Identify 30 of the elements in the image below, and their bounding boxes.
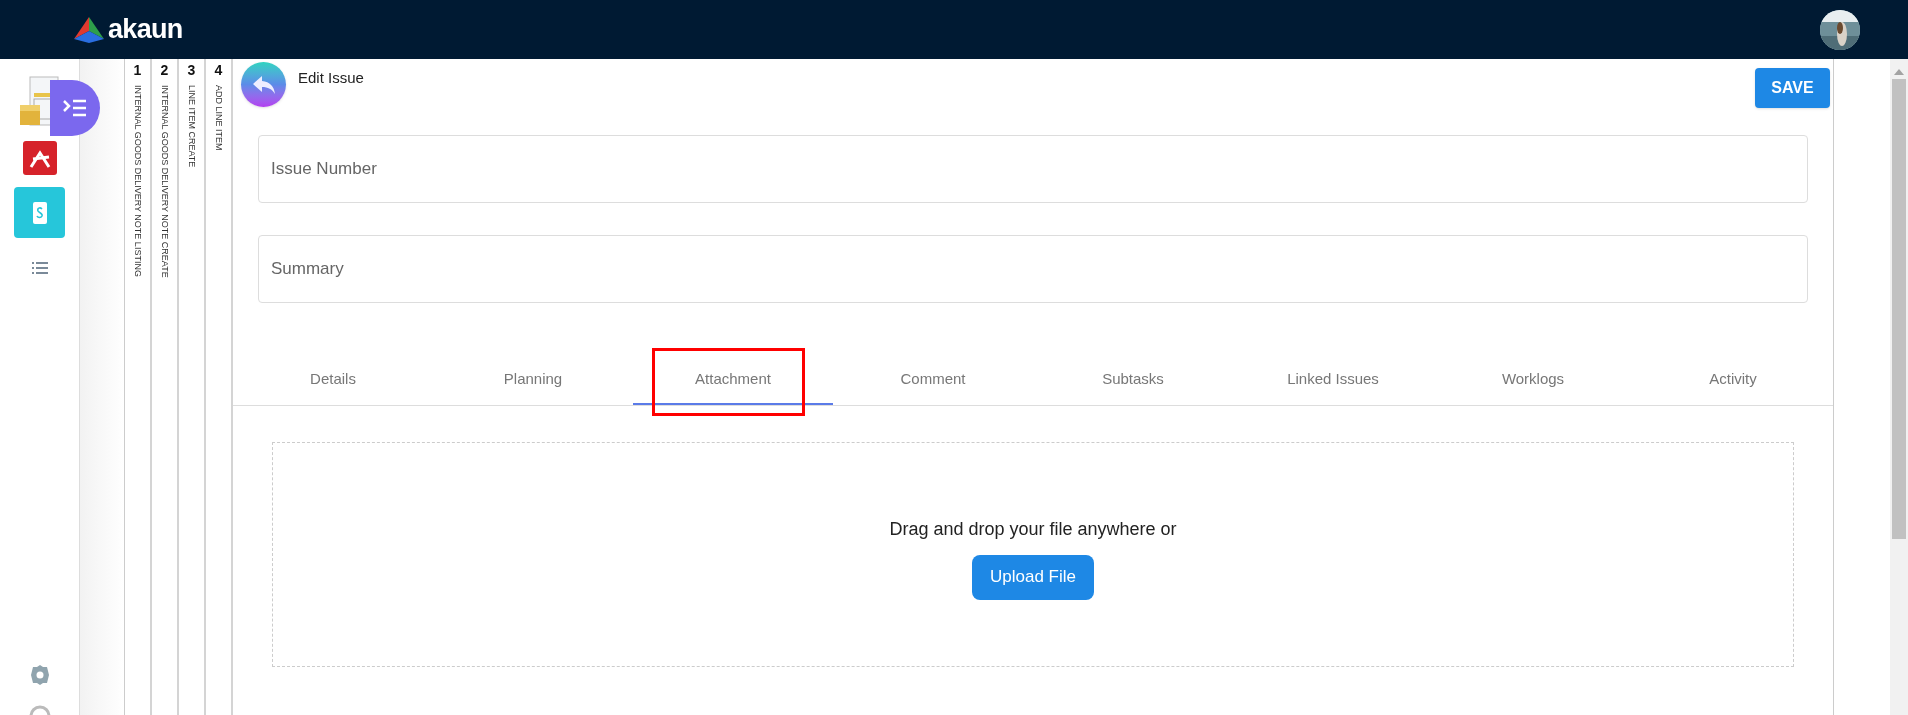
settings-icon[interactable] (30, 665, 49, 685)
tab[interactable]: Linked Issues (1233, 355, 1433, 405)
list-icon[interactable] (31, 262, 48, 274)
logo-text: akaun (108, 13, 183, 47)
page-title: Edit Issue (298, 68, 364, 89)
breadcrumb-tab[interactable]: 3 LINE ITEM CREATE (179, 59, 206, 715)
tab[interactable]: Details (233, 355, 433, 405)
menu-toggle-button[interactable] (50, 80, 100, 136)
tab[interactable]: Subtasks (1033, 355, 1233, 405)
menu-icon (63, 99, 87, 117)
breadcrumb-tab[interactable]: 1 INTERNAL GOODS DELIVERY NOTE LISTING (125, 59, 152, 715)
scrollbar[interactable] (1890, 59, 1908, 715)
tab[interactable]: Worklogs (1433, 355, 1633, 405)
save-button[interactable]: SAVE (1755, 68, 1830, 108)
invoice-icon[interactable] (14, 187, 65, 238)
scroll-up-icon[interactable] (1894, 69, 1904, 75)
text-field[interactable]: Issue Number (258, 135, 1808, 203)
tab[interactable]: Attachment (633, 355, 833, 405)
back-button[interactable] (241, 62, 286, 107)
tab[interactable]: Planning (433, 355, 633, 405)
upload-button[interactable]: Upload File (972, 554, 1094, 600)
reply-arrow-icon (252, 75, 275, 94)
user-icon[interactable] (28, 705, 51, 715)
tab[interactable]: Activity (1633, 355, 1833, 405)
dropzone-text: Drag and drop your file anywhere or (889, 517, 1177, 541)
breadcrumb-tab[interactable]: 2 INTERNAL GOODS DELIVERY NOTE CREATE (152, 59, 179, 715)
logo-icon (74, 16, 104, 43)
breadcrumb-tab[interactable]: 4 ADD LINE ITEM (206, 59, 233, 715)
tab[interactable]: Comment (833, 355, 1033, 405)
text-field[interactable]: Summary (258, 235, 1808, 303)
